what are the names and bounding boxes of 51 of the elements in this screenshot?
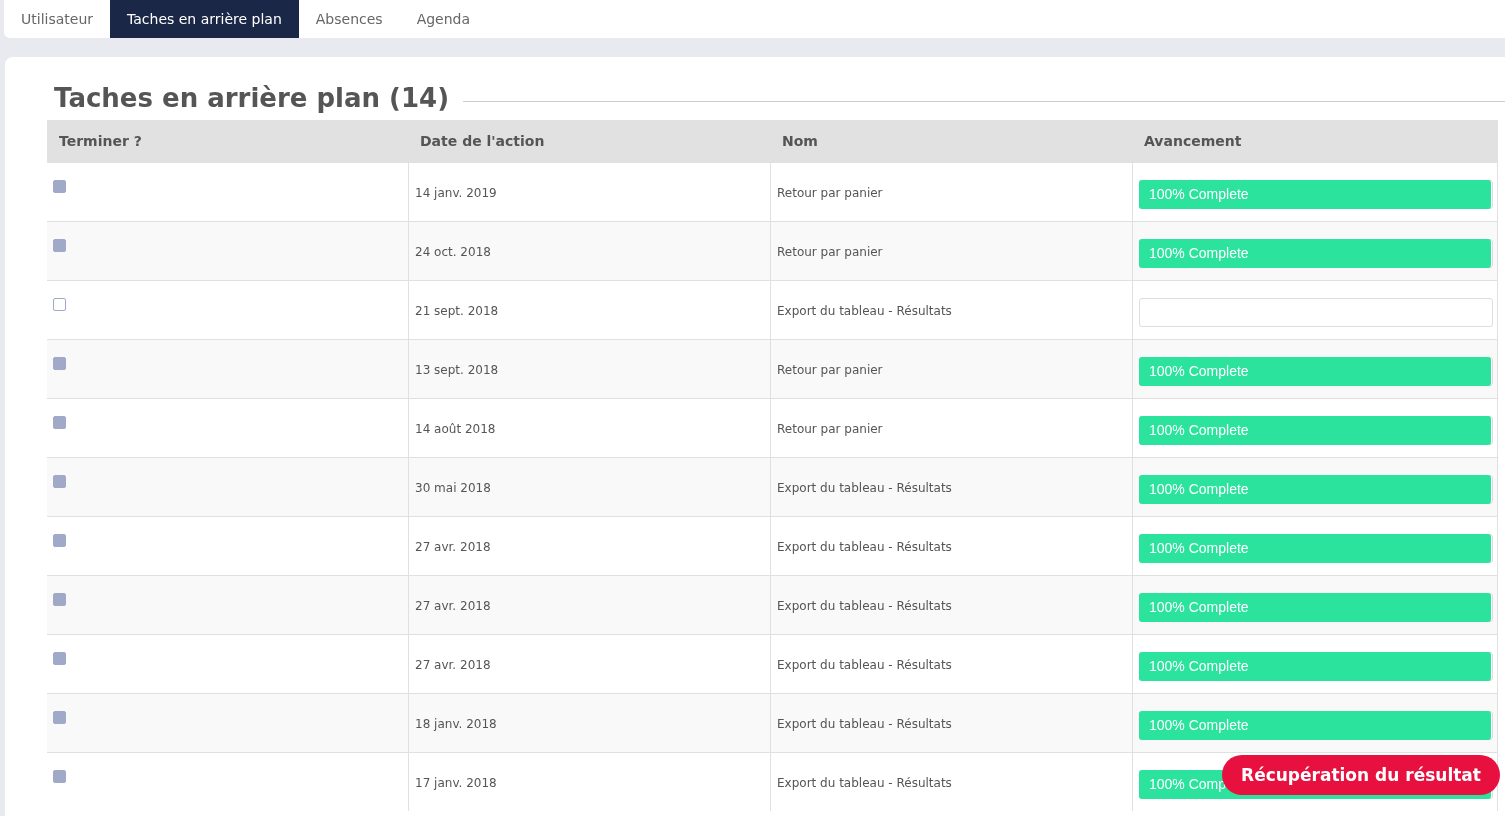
- checkbox[interactable]: [53, 711, 66, 724]
- table-cell: Export du tableau - Résultats: [777, 776, 952, 790]
- column-header: Avancement: [1132, 120, 1498, 162]
- progress-label: 100% Complete: [1149, 599, 1249, 615]
- progress-label: 100% Complete: [1149, 481, 1249, 497]
- progress-label: 100% Complete: [1149, 245, 1249, 261]
- table-cell: Export du tableau - Résultats: [777, 304, 952, 318]
- tab[interactable]: Utilisateur: [4, 0, 110, 38]
- table-cell: Retour par panier: [777, 363, 883, 377]
- table-cell: Export du tableau - Résultats: [777, 658, 952, 672]
- page-title: Taches en arrière plan (14): [54, 83, 450, 113]
- progress-label: 100% Complete: [1149, 540, 1249, 556]
- table-cell: 14 août 2018: [415, 422, 496, 436]
- table-cell: Export du tableau - Résultats: [777, 481, 952, 495]
- table-cell: Export du tableau - Résultats: [777, 717, 952, 731]
- table-cell: 27 avr. 2018: [415, 599, 491, 613]
- table-cell: 27 avr. 2018: [415, 658, 491, 672]
- table-cell: 18 janv. 2018: [415, 717, 497, 731]
- table-cell: 24 oct. 2018: [415, 245, 491, 259]
- table-cell: Export du tableau - Résultats: [777, 599, 952, 613]
- checkbox[interactable]: [53, 593, 66, 606]
- table-cell: 27 avr. 2018: [415, 540, 491, 554]
- checkbox[interactable]: [53, 652, 66, 665]
- table-cell: 21 sept. 2018: [415, 304, 499, 318]
- checkbox[interactable]: [53, 534, 66, 547]
- progress-label: 100% Complete: [1149, 186, 1249, 202]
- tab[interactable]: Taches en arrière plan: [110, 0, 299, 38]
- table-cell: 17 janv. 2018: [415, 776, 497, 790]
- tab[interactable]: Agenda: [399, 0, 488, 38]
- column-header: Nom: [770, 120, 1132, 162]
- checkbox[interactable]: [53, 475, 66, 488]
- progress-label: 100% Complete: [1149, 363, 1249, 379]
- table-cell: 14 janv. 2019: [415, 186, 497, 200]
- table-cell: Retour par panier: [777, 186, 883, 200]
- column-header: Date de l'action: [408, 120, 770, 162]
- progress-label: 100% Complete: [1149, 422, 1249, 438]
- checkbox[interactable]: [53, 770, 66, 783]
- column-header: Terminer ?: [47, 120, 408, 162]
- table-cell: 13 sept. 2018: [415, 363, 499, 377]
- table-cell: Retour par panier: [777, 245, 883, 259]
- tab[interactable]: Absences: [298, 0, 400, 38]
- checkbox[interactable]: [53, 416, 66, 429]
- table-cell: Retour par panier: [777, 422, 883, 436]
- checkbox[interactable]: [53, 298, 66, 311]
- checkbox[interactable]: [53, 180, 66, 193]
- checkbox[interactable]: [53, 239, 66, 252]
- progress-label: 100% Complete: [1149, 717, 1249, 733]
- progress-label: 100% Complete: [1149, 658, 1249, 674]
- checkbox[interactable]: [53, 357, 66, 370]
- table-cell: 30 mai 2018: [415, 481, 491, 495]
- table-cell: Export du tableau - Résultats: [777, 540, 952, 554]
